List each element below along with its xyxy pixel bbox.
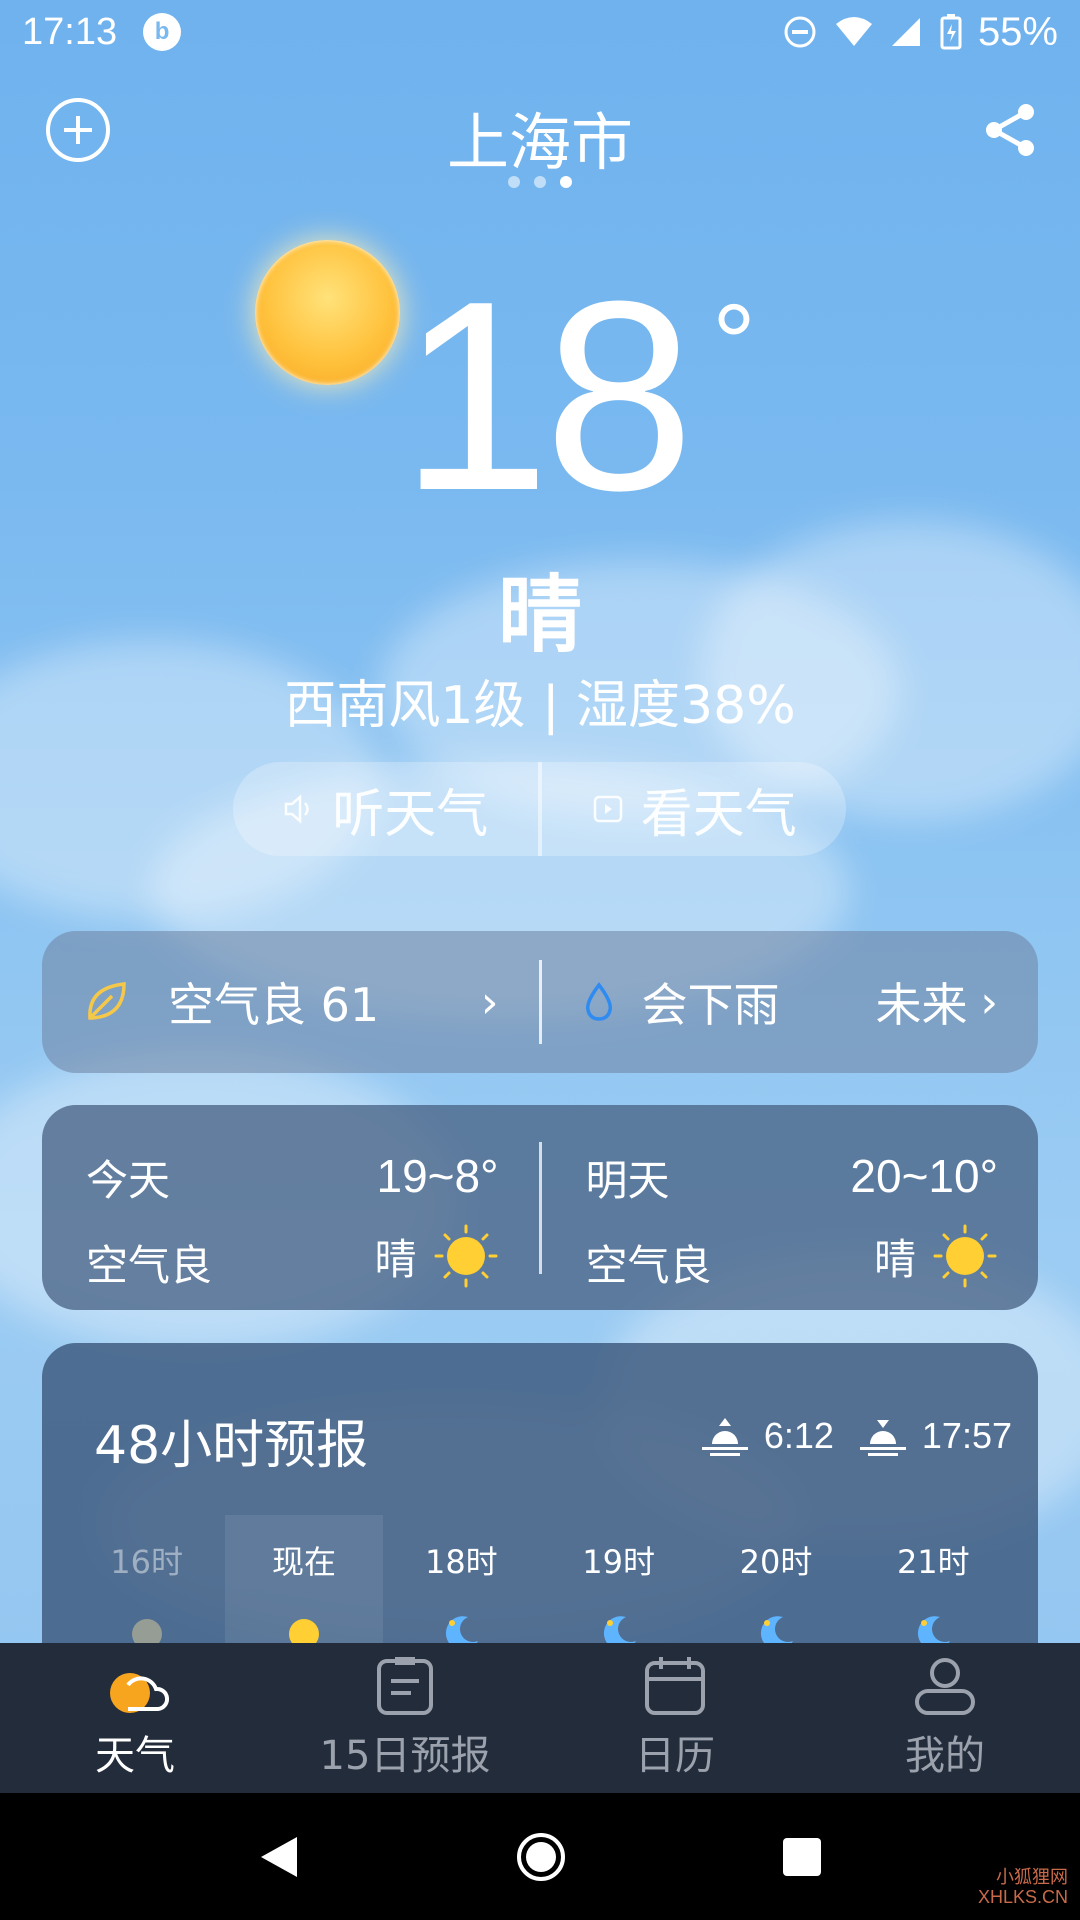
rain-alert-button[interactable]: 会下雨 未来 ›	[542, 931, 1039, 1073]
sunset-icon	[859, 1420, 906, 1456]
watermark: 小狐狸网 XHLKS.CN	[978, 1868, 1068, 1908]
watermark-en: XHLKS.CN	[977, 1887, 1068, 1908]
air-quality-text: 空气良 61	[168, 978, 380, 1032]
hour-label: 18时	[424, 1543, 498, 1581]
user-icon	[915, 1658, 975, 1715]
raindrop-icon	[585, 982, 612, 1021]
sunset-time: 17:57	[921, 1415, 1012, 1456]
back-icon[interactable]	[257, 1833, 301, 1881]
chevron-right-icon: ›	[480, 976, 499, 1028]
clipboard-icon	[377, 1657, 433, 1715]
status-bar: 17:13 b 55%	[0, 0, 1080, 64]
tomorrow-condition-label: 晴	[873, 1234, 916, 1284]
leaf-icon	[88, 982, 126, 1020]
weather-icon	[110, 1673, 169, 1713]
sun-icon	[434, 1224, 497, 1288]
hour-item: 19时	[540, 1515, 697, 1663]
hour-label: 16时	[110, 1543, 184, 1581]
hour-label: 20时	[739, 1543, 813, 1581]
today-air: 空气良	[86, 1241, 213, 1290]
nav-weather[interactable]: 天气	[0, 1643, 270, 1793]
listen-watch-bar: 听天气 看天气	[233, 762, 846, 856]
header: 上海市	[0, 80, 1080, 190]
hour-label: 现在	[271, 1543, 336, 1581]
today-range: 19~8°	[376, 1150, 499, 1202]
recents-icon[interactable]	[781, 1836, 823, 1878]
nav-forecast-15[interactable]: 15日预报	[270, 1643, 540, 1793]
hour-item: 18时	[383, 1515, 540, 1663]
hourly-forecast-list[interactable]: 16时 现在 18时 19时 20时 21时	[68, 1515, 1012, 1663]
listen-label: 听天气	[332, 784, 489, 845]
sun-times: 6:12 17:57	[700, 1415, 1012, 1457]
sunrise-icon	[701, 1418, 748, 1456]
hour-item: 16时	[68, 1515, 225, 1663]
watch-label: 看天气	[640, 784, 797, 845]
tomorrow-condition: 晴	[874, 1223, 998, 1289]
status-time: 17:13	[22, 10, 118, 53]
battery-icon	[940, 14, 962, 50]
forecast-48h-card: 48小时预报 6:12 17:57 16时 现在 18时 19时 20时 21时	[42, 1343, 1038, 1663]
nav-forecast-15-label: 15日预报	[319, 1733, 491, 1779]
share-icon[interactable]	[978, 98, 1042, 162]
page-dot	[534, 176, 546, 188]
temperature-unit: °	[712, 282, 756, 405]
today-tomorrow-card: 今天 19~8° 空气良 晴 明天 20~10° 空气良 晴	[42, 1105, 1038, 1310]
current-condition: 晴	[497, 566, 582, 664]
watch-weather-button[interactable]: 看天气	[542, 762, 847, 856]
hour-label: 19时	[582, 1543, 656, 1581]
city-title[interactable]: 上海市	[0, 92, 1080, 182]
forecast-title: 48小时预报	[94, 1416, 369, 1476]
listen-weather-button[interactable]: 听天气	[233, 762, 538, 856]
rain-text: 会下雨	[641, 978, 780, 1032]
today-condition-label: 晴	[374, 1234, 417, 1284]
hour-item: 20时	[697, 1515, 854, 1663]
sunrise-time: 6:12	[763, 1415, 834, 1456]
tomorrow-air: 空气良	[585, 1241, 712, 1290]
nav-mine[interactable]: 我的	[810, 1643, 1080, 1793]
tomorrow-label: 明天	[585, 1156, 670, 1205]
calendar-icon	[645, 1657, 705, 1715]
air-rain-card: 空气良 61 › 会下雨 未来 ›	[42, 931, 1038, 1073]
bottom-nav: 天气 15日预报 日历 我的	[0, 1643, 1080, 1793]
status-icons: 55%	[782, 10, 1058, 55]
air-quality-button[interactable]: 空气良 61 ›	[42, 931, 539, 1073]
tomorrow-range: 20~10°	[850, 1150, 998, 1202]
nav-weather-label: 天气	[95, 1733, 175, 1779]
nav-calendar-label: 日历	[635, 1733, 715, 1779]
nav-calendar[interactable]: 日历	[540, 1643, 810, 1793]
system-nav-bar	[0, 1793, 1080, 1920]
city-page-indicator	[0, 176, 1080, 188]
page-dot-active	[560, 176, 572, 188]
page-dot	[508, 176, 520, 188]
today-panel[interactable]: 今天 19~8° 空气良 晴	[42, 1105, 539, 1310]
rain-time: 未来	[875, 978, 968, 1032]
today-condition: 晴	[374, 1223, 498, 1289]
speaker-icon	[284, 794, 309, 824]
battery-percent: 55%	[977, 9, 1058, 54]
chevron-right-icon: ›	[980, 976, 998, 1028]
watermark-cn: 小狐狸网	[996, 1867, 1068, 1888]
hour-item: 21时	[855, 1515, 1012, 1663]
wifi-icon	[835, 17, 872, 46]
signal-icon	[891, 18, 920, 46]
home-icon[interactable]	[515, 1831, 567, 1883]
sun-icon	[255, 240, 400, 385]
sun-icon	[933, 1224, 997, 1288]
today-label: 今天	[86, 1156, 171, 1205]
tomorrow-panel[interactable]: 明天 20~10° 空气良 晴	[542, 1105, 1039, 1310]
video-icon	[593, 795, 622, 823]
wind-humidity: 西南风1级 | 湿度38%	[284, 676, 796, 736]
notification-app-icon: b	[143, 13, 182, 51]
hour-item-now: 现在	[225, 1515, 383, 1663]
hour-label: 21时	[896, 1543, 970, 1581]
nav-mine-label: 我的	[905, 1733, 985, 1779]
current-temperature: 18	[400, 246, 694, 547]
dnd-icon	[784, 16, 816, 48]
